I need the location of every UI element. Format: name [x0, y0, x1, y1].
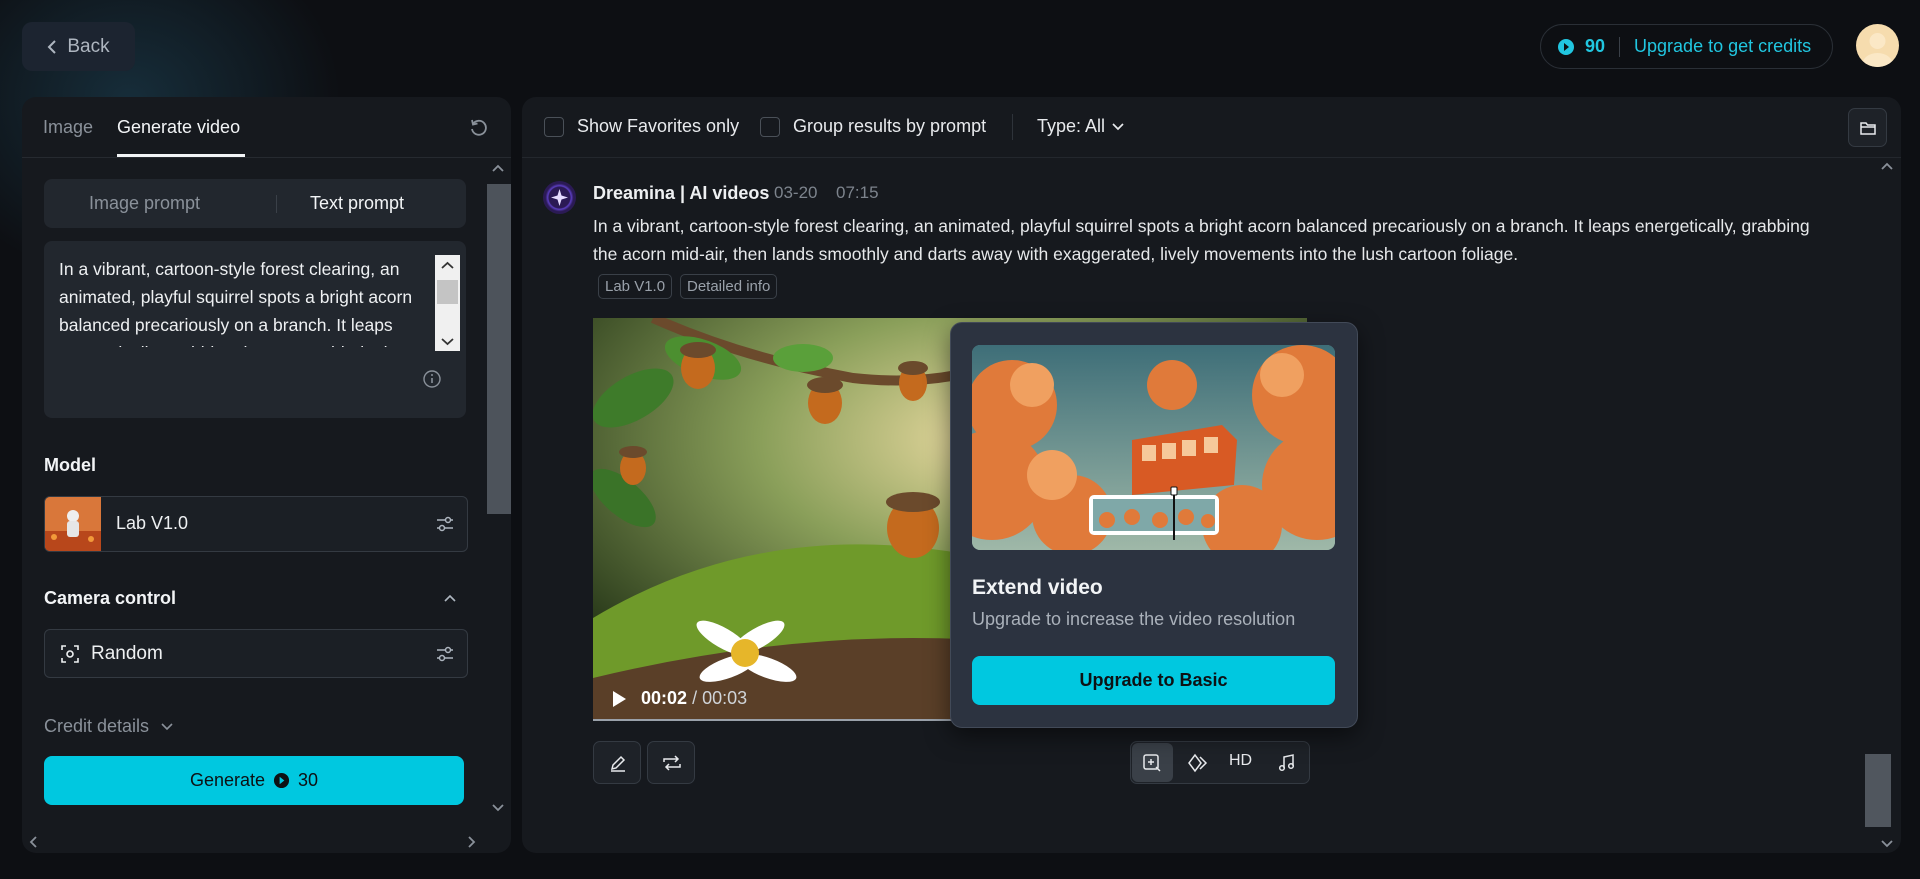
result-date: 03-20: [774, 183, 818, 202]
video-time: 00:02 / 00:03: [641, 688, 747, 709]
divider: [1619, 36, 1621, 57]
model-thumbnail: [45, 497, 101, 551]
favorites-checkbox[interactable]: [544, 117, 564, 137]
credit-coin-icon: [273, 772, 290, 789]
regenerate-button[interactable]: [647, 741, 695, 784]
video-time-total: / 00:03: [692, 688, 748, 708]
folder-button[interactable]: [1848, 108, 1887, 147]
scroll-down-icon[interactable]: [441, 337, 454, 346]
text-prompt-option[interactable]: Text prompt: [310, 193, 404, 214]
camera-control-label: Camera control: [44, 588, 177, 608]
results-scrollbar[interactable]: [1864, 157, 1901, 853]
video-tools-group: HD: [1130, 741, 1310, 784]
type-filter-label: Type: All: [1037, 116, 1106, 136]
divider: [276, 195, 277, 213]
model-selector[interactable]: Lab V1.0: [44, 496, 468, 552]
hd-button[interactable]: HD: [1229, 752, 1252, 770]
pencil-icon: [610, 755, 626, 772]
back-label: Back: [67, 35, 110, 57]
avatar[interactable]: [1856, 24, 1899, 67]
type-filter-dropdown[interactable]: Type: All: [1037, 116, 1125, 137]
results-toolbar: Show Favorites only Group results by pro…: [522, 97, 1901, 158]
camera-control-value: Random: [91, 643, 163, 664]
folder-icon: [1860, 122, 1876, 135]
camera-control-selector[interactable]: Random: [44, 629, 468, 678]
chevron-down-icon: [161, 723, 173, 731]
repeat-icon: [663, 755, 681, 771]
model-name: Lab V1.0: [116, 513, 189, 533]
credits-pill[interactable]: 90 Upgrade to get credits: [1540, 24, 1833, 69]
result-prompt: In a vibrant, cartoon-style forest clear…: [593, 216, 1810, 264]
result-time: 07:15: [836, 183, 879, 202]
extend-video-popover: Extend video Upgrade to increase the vid…: [950, 322, 1358, 728]
upgrade-to-basic-button[interactable]: Upgrade to Basic: [972, 656, 1335, 705]
generation-panel: Image Generate video Image prompt Text p…: [22, 97, 511, 853]
model-label: Model: [44, 455, 96, 475]
image-prompt-option[interactable]: Image prompt: [89, 193, 200, 214]
generate-button[interactable]: Generate 30: [44, 756, 464, 805]
dreamina-logo-icon: [543, 181, 576, 214]
favorites-label[interactable]: Show Favorites only: [577, 116, 739, 137]
extend-video-button[interactable]: [1132, 743, 1173, 782]
tab-generate-video[interactable]: Generate video: [117, 117, 240, 138]
upgrade-credits-link[interactable]: Upgrade to get credits: [1634, 36, 1811, 57]
detailed-info-badge[interactable]: Detailed info: [680, 274, 778, 299]
info-icon[interactable]: [422, 369, 442, 389]
model-badge: Lab V1.0: [598, 274, 673, 299]
prompt-scrollbar-thumb[interactable]: [437, 280, 458, 304]
settings-sliders-icon[interactable]: [434, 643, 456, 665]
scroll-up-icon[interactable]: [441, 261, 454, 270]
scroll-down-icon[interactable]: [491, 803, 505, 813]
user-avatar-icon: [1862, 33, 1893, 67]
scroll-down-icon[interactable]: [1880, 839, 1894, 849]
tab-image[interactable]: Image: [43, 117, 93, 138]
video-time-current: 00:02: [641, 688, 688, 708]
results-scrollbar-thumb[interactable]: [1865, 754, 1891, 827]
active-tab-indicator: [117, 154, 245, 157]
generate-label: Generate: [189, 770, 266, 790]
scroll-left-icon[interactable]: [28, 835, 38, 849]
scroll-up-icon[interactable]: [491, 163, 505, 173]
group-by-prompt-label[interactable]: Group results by prompt: [793, 116, 986, 137]
reset-icon[interactable]: [468, 117, 490, 139]
chevron-left-icon: [47, 39, 57, 54]
credit-coin-icon: [1558, 38, 1574, 55]
generate-cost: 30: [298, 770, 319, 790]
prompt-text[interactable]: In a vibrant, cartoon-style forest clear…: [59, 255, 414, 347]
credits-count: 90: [1585, 36, 1606, 56]
settings-sliders-icon[interactable]: [434, 513, 456, 535]
result-source: Dreamina | AI videos: [593, 183, 770, 203]
scroll-up-icon[interactable]: [1880, 161, 1894, 171]
music-note-icon[interactable]: [1277, 753, 1297, 773]
scroll-right-icon[interactable]: [467, 835, 477, 849]
credit-details-label: Credit details: [44, 716, 150, 736]
popover-title: Extend video: [972, 576, 1103, 599]
chevron-up-icon[interactable]: [442, 591, 458, 607]
edit-button[interactable]: [593, 741, 641, 784]
group-by-prompt-checkbox[interactable]: [760, 117, 780, 137]
divider: [1012, 114, 1013, 140]
left-scrollbar-thumb[interactable]: [487, 184, 511, 514]
mode-tabs: Image Generate video: [22, 97, 511, 158]
credit-details-toggle[interactable]: Credit details: [44, 716, 174, 737]
prompt-scrollbar[interactable]: [435, 255, 460, 351]
camera-focus-icon: [61, 645, 79, 663]
extend-icon: [1143, 754, 1161, 772]
chevron-down-icon: [1112, 122, 1124, 130]
extend-video-preview: [972, 345, 1335, 550]
popover-subtitle: Upgrade to increase the video resolution: [972, 609, 1296, 629]
play-icon[interactable]: [611, 690, 627, 708]
interpolate-icon[interactable]: [1187, 753, 1209, 773]
back-button[interactable]: Back: [22, 22, 135, 71]
horizontal-scrollbar[interactable]: [22, 829, 511, 853]
prompt-textarea[interactable]: In a vibrant, cartoon-style forest clear…: [44, 241, 466, 418]
prompt-mode-toggle: Image prompt Text prompt: [44, 179, 466, 228]
